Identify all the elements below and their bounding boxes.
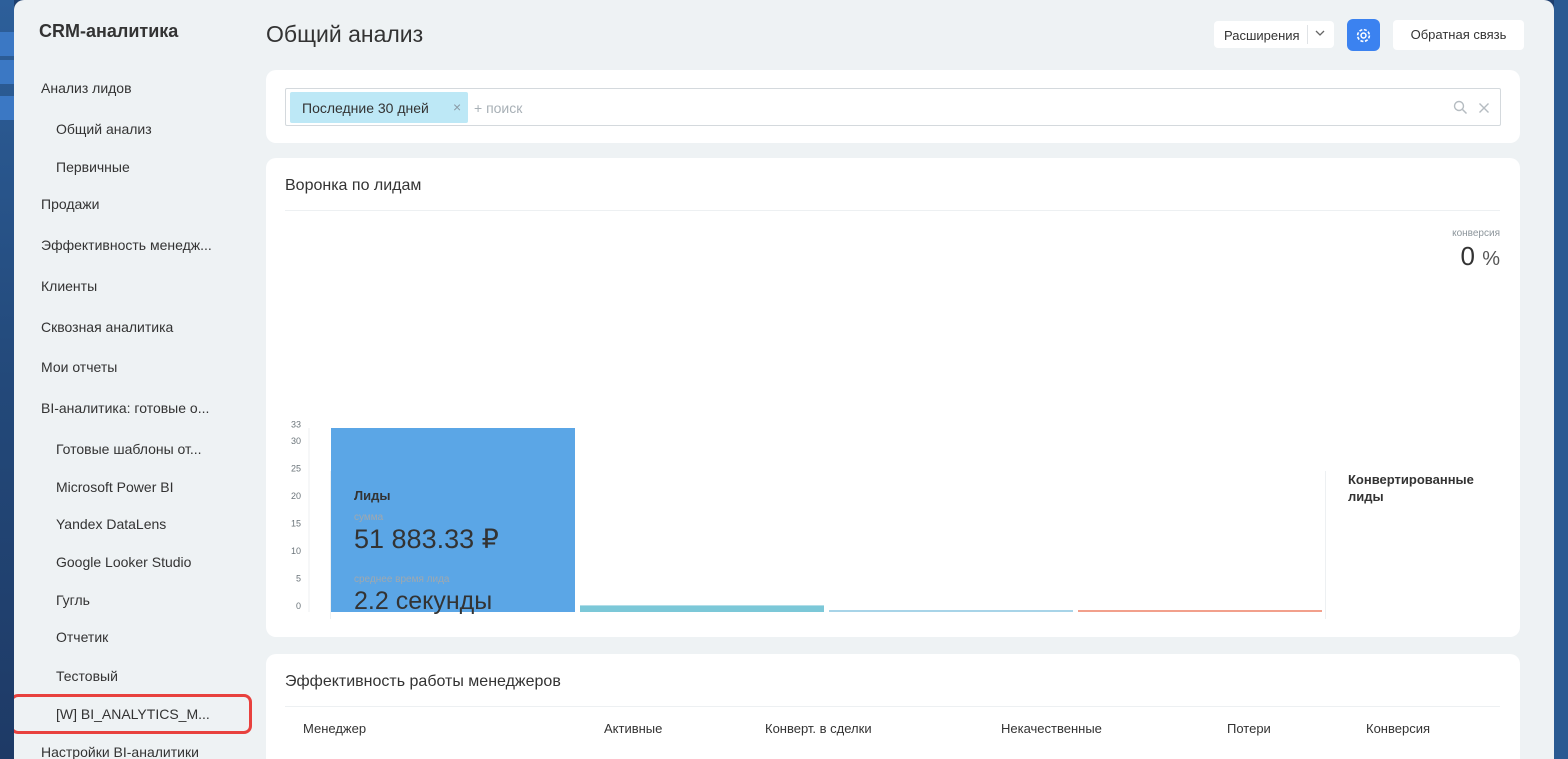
sidebar: CRM-аналитика Анализ лидов Общий анализ … — [14, 0, 254, 759]
column-header-manager[interactable]: Менеджер — [303, 721, 366, 736]
conversion-unit: % — [1482, 248, 1500, 270]
sidebar-item-bi-settings[interactable]: Настройки BI-аналитики — [41, 744, 199, 759]
lead-funnel-card: Воронка по лидам 0 5 10 15 20 25 30 33 конверси… — [266, 158, 1520, 637]
background-desktop-strip — [0, 0, 14, 759]
sidebar-item-otchetik[interactable]: Отчетик — [56, 629, 108, 645]
leads-title: Лиды — [354, 488, 391, 503]
sidebar-title: CRM-аналитика — [39, 21, 179, 41]
y-tick-label: 30 — [291, 436, 301, 446]
sidebar-item-power-bi[interactable]: Microsoft Power BI — [56, 479, 173, 495]
y-tick-label: 5 — [296, 574, 301, 584]
column-header-low-quality[interactable]: Некачественные — [1001, 721, 1102, 736]
page-title: Общий анализ — [266, 21, 424, 47]
settings-button[interactable] — [1347, 19, 1380, 51]
search-icon[interactable] — [1453, 100, 1468, 120]
filter-panel: Последние 30 дней × + поиск — [266, 70, 1520, 143]
avg-time-label: среднее время лида — [354, 574, 450, 585]
sidebar-item-testovyi[interactable]: Тестовый — [56, 668, 118, 684]
search-input[interactable]: + поиск — [474, 100, 522, 116]
sidebar-item-sales[interactable]: Продажи — [41, 196, 99, 212]
background-highlight — [0, 32, 14, 56]
sidebar-item-gugl[interactable]: Гугль — [56, 592, 90, 608]
y-tick-label: 0 — [296, 601, 301, 611]
manager-divider — [285, 706, 1500, 707]
filter-chip[interactable]: Последние 30 дней × — [290, 92, 468, 123]
extensions-divider — [1307, 25, 1308, 44]
sidebar-item-looker-studio[interactable]: Google Looker Studio — [56, 554, 191, 570]
avg-time-value: 2.2 секунды — [354, 587, 493, 615]
sidebar-item-ready-templates[interactable]: Готовые шаблоны от... — [56, 441, 202, 457]
sidebar-item-my-reports[interactable]: Мои отчеты — [41, 359, 117, 375]
background-highlight — [0, 60, 14, 84]
y-tick-label: 15 — [291, 519, 301, 529]
sidebar-item-end-to-end-analytics[interactable]: Сквозная аналитика — [41, 319, 173, 335]
sidebar-item-yandex-datalens[interactable]: Yandex DataLens — [56, 516, 166, 532]
close-icon[interactable]: × — [453, 99, 461, 115]
sidebar-item-leads-analysis[interactable]: Анализ лидов — [41, 80, 132, 96]
filter-chip-label: Последние 30 дней — [302, 100, 429, 116]
column-header-losses[interactable]: Потери — [1227, 721, 1271, 736]
background-right-strip — [1554, 0, 1568, 759]
leads-metrics: Лиды сумма 51 883.33 ₽ среднее время лид… — [330, 471, 1326, 619]
column-header-conversion[interactable]: Конверсия — [1366, 721, 1430, 736]
y-tick-label: 10 — [291, 546, 301, 556]
main-content: Общий анализ Расширения Обратная связь П… — [266, 0, 1540, 759]
sidebar-item-primary[interactable]: Первичные — [56, 159, 130, 175]
y-tick-label: 33 — [291, 420, 301, 430]
manager-efficiency-card: Эффективность работы менеджеров Менеджер… — [266, 654, 1520, 759]
clear-icon[interactable] — [1478, 101, 1490, 119]
manager-efficiency-title: Эффективность работы менеджеров — [285, 673, 561, 690]
y-tick-label: 20 — [291, 491, 301, 501]
extensions-dropdown[interactable]: Расширения — [1214, 21, 1334, 48]
feedback-button[interactable]: Обратная связь — [1393, 20, 1524, 50]
crm-analytics-window: CRM-аналитика Анализ лидов Общий анализ … — [14, 0, 1554, 759]
converted-leads-title: Конвертированные лиды — [1348, 472, 1474, 504]
column-header-active[interactable]: Активные — [604, 721, 662, 736]
conversion-label: конверсия — [1452, 228, 1500, 239]
sum-label: сумма — [354, 512, 384, 523]
conversion-number: 0 — [1460, 241, 1475, 271]
sidebar-item-clients[interactable]: Клиенты — [41, 278, 97, 294]
selection-highlight-frame — [14, 694, 252, 734]
sidebar-item-bi-analytics[interactable]: BI-аналитика: готовые о... — [41, 400, 209, 416]
sum-value: 51 883.33 ₽ — [354, 524, 499, 554]
background-highlight — [0, 96, 14, 120]
conversion-value: 0 % — [1461, 241, 1501, 272]
sidebar-item-general-analysis[interactable]: Общий анализ — [56, 121, 152, 137]
chevron-down-icon — [1313, 26, 1327, 40]
extensions-label: Расширения — [1224, 28, 1300, 43]
sidebar-item-manager-efficiency[interactable]: Эффективность менедж... — [41, 237, 212, 253]
column-header-converted[interactable]: Конверт. в сделки — [765, 721, 872, 736]
y-tick-label: 25 — [291, 464, 301, 474]
filter-search-box[interactable]: Последние 30 дней × + поиск — [285, 88, 1501, 126]
